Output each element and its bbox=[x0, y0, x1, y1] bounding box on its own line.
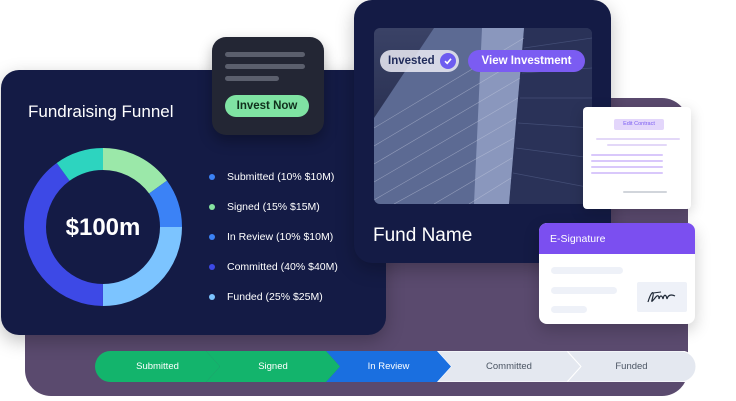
stage-funded[interactable]: Funded bbox=[567, 351, 696, 382]
edit-contract-button[interactable]: Edit Contract bbox=[614, 119, 664, 130]
field-placeholder bbox=[551, 267, 623, 274]
legend-dot bbox=[209, 264, 215, 270]
check-icon bbox=[439, 53, 456, 69]
placeholder-line bbox=[225, 76, 279, 81]
document-line bbox=[591, 154, 663, 156]
document-line bbox=[591, 166, 663, 168]
legend-label: Submitted (10% $10M) bbox=[227, 171, 335, 183]
legend-item: Submitted (10% $10M) bbox=[209, 162, 338, 192]
funnel-title: Fundraising Funnel bbox=[28, 102, 174, 121]
signature-icon bbox=[647, 291, 676, 303]
fund-name: Fund Name bbox=[373, 225, 473, 246]
invested-label: Invested bbox=[388, 55, 435, 67]
funnel-legend: Submitted (10% $10M) Signed (15% $15M) I… bbox=[209, 162, 338, 312]
contract-document: Edit Contract bbox=[583, 107, 691, 209]
signature-box[interactable] bbox=[637, 282, 687, 312]
e-signature-card: E-Signature bbox=[539, 223, 695, 324]
legend-label: In Review (10% $10M) bbox=[227, 231, 334, 243]
signature-line bbox=[623, 191, 667, 193]
stage-pipeline: Submitted Signed In Review Committed Fun… bbox=[95, 351, 696, 382]
stage-signed[interactable]: Signed bbox=[206, 351, 340, 382]
legend-item: Funded (25% $25M) bbox=[209, 282, 338, 312]
invest-now-card: Invest Now bbox=[212, 37, 324, 135]
stage-label: Submitted bbox=[136, 361, 179, 372]
invested-badge: Invested bbox=[380, 50, 459, 72]
legend-dot bbox=[209, 174, 215, 180]
stage-label: Signed bbox=[258, 361, 288, 372]
document-line bbox=[596, 138, 680, 140]
legend-dot bbox=[209, 204, 215, 210]
invest-now-button[interactable]: Invest Now bbox=[225, 95, 309, 117]
legend-dot bbox=[209, 294, 215, 300]
document-line bbox=[591, 160, 663, 162]
field-placeholder bbox=[551, 306, 587, 313]
legend-label: Committed (40% $40M) bbox=[227, 261, 338, 273]
legend-label: Funded (25% $25M) bbox=[227, 291, 323, 303]
stage-label: In Review bbox=[367, 361, 410, 372]
placeholder-line bbox=[225, 52, 305, 57]
stage-submitted[interactable]: Submitted bbox=[95, 351, 220, 382]
e-signature-title: E-Signature bbox=[539, 223, 695, 254]
document-line bbox=[591, 172, 663, 174]
legend-item: Committed (40% $40M) bbox=[209, 252, 338, 282]
stage-label: Funded bbox=[615, 361, 648, 372]
legend-item: In Review (10% $10M) bbox=[209, 222, 338, 252]
stage-committed[interactable]: Committed bbox=[437, 351, 581, 382]
legend-label: Signed (15% $15M) bbox=[227, 201, 320, 213]
funnel-donut-chart: $100m bbox=[24, 148, 182, 306]
funnel-total: $100m bbox=[66, 214, 141, 241]
placeholder-line bbox=[225, 64, 305, 69]
stage-label: Committed bbox=[486, 361, 532, 372]
view-investment-button[interactable]: View Investment bbox=[468, 50, 585, 72]
legend-dot bbox=[209, 234, 215, 240]
legend-item: Signed (15% $15M) bbox=[209, 192, 338, 222]
field-placeholder bbox=[551, 287, 617, 294]
document-line bbox=[607, 144, 667, 146]
stage-in-review[interactable]: In Review bbox=[326, 351, 451, 382]
fundraising-funnel-card: Fundraising Funnel $100m Submitted (10% … bbox=[1, 70, 386, 335]
